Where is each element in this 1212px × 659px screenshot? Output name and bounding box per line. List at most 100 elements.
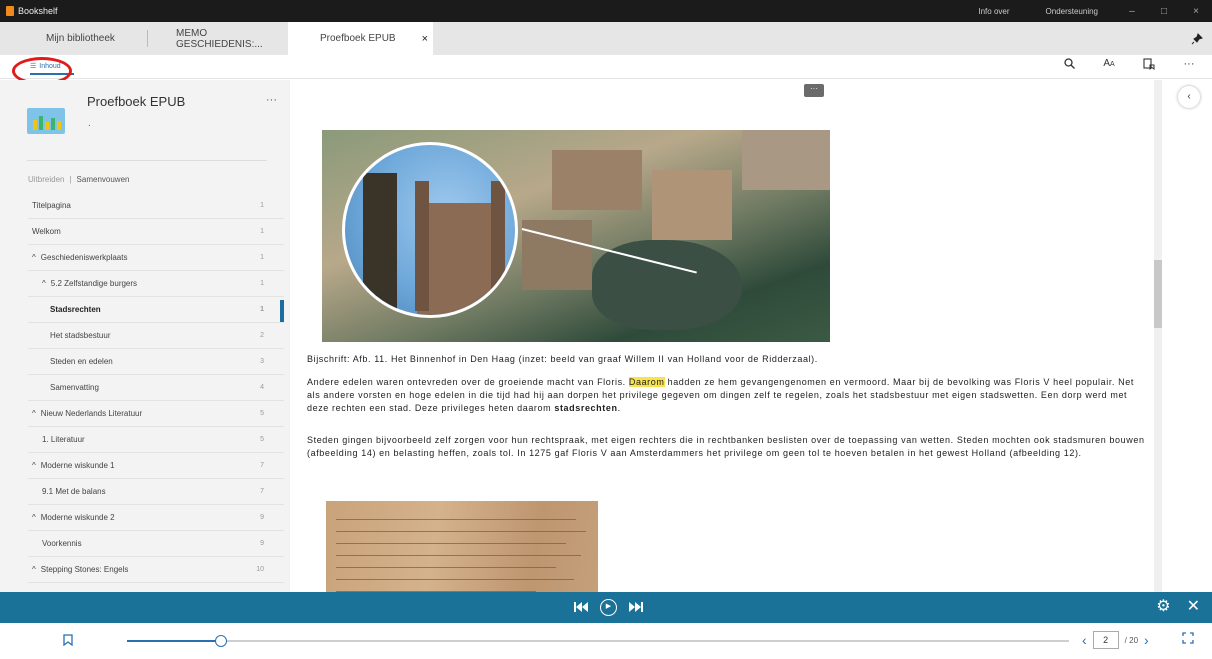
toc-item-page: 5: [260, 410, 264, 417]
toc-item[interactable]: Het stadsbestuur 2: [28, 323, 284, 349]
toc-item[interactable]: Voorkennis 9: [28, 531, 284, 557]
expand-collapse-controls: Uitbreiden | Samenvouwen: [28, 175, 129, 184]
toc-item[interactable]: Samenvatting 4: [28, 375, 284, 401]
chevron-up-icon[interactable]: ^: [32, 513, 36, 522]
toc-item[interactable]: ^ Nieuw Nederlands Literatuur 5: [28, 401, 284, 427]
toc-item-label: Voorkennis: [42, 539, 82, 548]
toc-item-page: 1: [260, 306, 264, 313]
toc-item-label: 1. Literatuur: [42, 435, 85, 444]
paragraph-2: Steden gingen bijvoorbeeld zelf zorgen v…: [307, 435, 1145, 458]
page-navigator: ‹ 2 / 20 ›: [1082, 631, 1149, 649]
bold-term: stadsrechten: [554, 403, 618, 413]
toc-item[interactable]: Stadsrechten 1: [28, 297, 284, 323]
reader-toolbar: ☰ Inhoud AA ···: [0, 55, 1212, 79]
chevron-up-icon[interactable]: ^: [32, 409, 36, 418]
toc-item[interactable]: Welkom 1: [28, 219, 284, 245]
book-subtitle: .: [88, 118, 91, 129]
bookmark-list-icon[interactable]: [1140, 58, 1158, 73]
previous-page-icon[interactable]: ‹: [1082, 632, 1087, 648]
maximize-button[interactable]: □: [1148, 6, 1180, 17]
reading-pane: ··· Bijschrift: Afb. 11. Het Binnenhof i…: [290, 80, 1154, 592]
tab-label: Mijn bibliotheek: [46, 33, 115, 44]
close-icon[interactable]: ✕: [1187, 596, 1200, 616]
collapse-all-link[interactable]: Samenvouwen: [77, 175, 130, 184]
toc-item-page: 4: [260, 384, 264, 391]
page-progress-slider[interactable]: [127, 635, 1069, 647]
toc-item[interactable]: Steden en edelen 3: [28, 349, 284, 375]
toc-item-page: 1: [260, 202, 264, 209]
toc-item-label: Geschiedeniswerkplaats: [40, 253, 128, 262]
highlighted-word[interactable]: Daarom: [628, 377, 665, 387]
toc-item[interactable]: ^ 5.2 Zelfstandige burgers 1: [28, 271, 284, 297]
book-title: Proefboek EPUB: [87, 94, 186, 109]
progress-handle[interactable]: [215, 635, 227, 647]
minimize-button[interactable]: –: [1116, 6, 1148, 17]
toc-item-label: Welkom: [32, 227, 61, 236]
app-title: Bookshelf: [0, 6, 58, 16]
statue-inset-image: [342, 142, 518, 318]
pin-icon[interactable]: [1182, 22, 1212, 55]
toc-item-page: 2: [260, 332, 264, 339]
search-icon[interactable]: [1060, 58, 1078, 73]
support-link[interactable]: Ondersteuning: [1028, 7, 1116, 16]
tab-my-library[interactable]: Mijn bibliotheek: [0, 30, 148, 47]
toc-item[interactable]: ^ Geschiedeniswerkplaats 1: [28, 245, 284, 271]
toc-item-label: 9.1 Met de balans: [42, 487, 106, 496]
title-bar: Bookshelf Info over Ondersteuning – □ ×: [0, 0, 1212, 22]
toc-item-label: Moderne wiskunde 1: [40, 461, 115, 470]
close-tab-icon[interactable]: ×: [422, 33, 428, 45]
chevron-up-icon[interactable]: ^: [32, 461, 36, 470]
toc-item-label: Het stadsbestuur: [50, 331, 111, 340]
chevron-up-icon[interactable]: ^: [42, 279, 46, 288]
settings-icon[interactable]: ⚙: [1156, 596, 1170, 616]
skip-back-icon[interactable]: [574, 601, 588, 615]
toc-item-page: 7: [260, 462, 264, 469]
play-icon[interactable]: ▶: [600, 599, 617, 616]
image-caption: Bijschrift: Afb. 11. Het Binnenhof in De…: [307, 354, 818, 364]
close-window-button[interactable]: ×: [1180, 6, 1212, 17]
toc-item[interactable]: ^ Stepping Stones: Engels 10: [28, 557, 284, 583]
divider: [27, 160, 267, 161]
vertical-scrollbar[interactable]: [1154, 80, 1162, 592]
tab-memo-geschiedenis[interactable]: MEMO GESCHIEDENIS:...: [148, 22, 288, 55]
chevron-up-icon[interactable]: ^: [32, 253, 36, 262]
toc-item[interactable]: ^ Moderne wiskunde 1 7: [28, 453, 284, 479]
toc-item-label: Stadsrechten: [50, 305, 101, 314]
toc-item[interactable]: 9.1 Met de balans 7: [28, 479, 284, 505]
total-pages: / 20: [1124, 635, 1139, 645]
app-name: Bookshelf: [18, 6, 58, 16]
separator: |: [69, 175, 72, 184]
collapse-panel-button[interactable]: ‹: [1178, 86, 1200, 108]
toc-item-label: 5.2 Zelfstandige burgers: [50, 279, 138, 288]
skip-forward-icon[interactable]: [629, 601, 643, 615]
toc-list: Titelpagina 1 Welkom 1 ^ Geschiedeniswerkplaa…: [28, 193, 284, 583]
toc-item-page: 7: [260, 488, 264, 495]
toc-item-page: 3: [260, 358, 264, 365]
charter-document-image: [326, 501, 598, 592]
next-page-icon[interactable]: ›: [1144, 632, 1149, 648]
toc-item-page: 1: [260, 254, 264, 261]
tab-bar: Mijn bibliotheek MEMO GESCHIEDENIS:... P…: [0, 22, 1212, 55]
page-number-input[interactable]: 2: [1092, 631, 1119, 649]
bookmark-icon[interactable]: [63, 634, 73, 649]
binnenhof-photo: [322, 130, 830, 342]
tab-label: MEMO GESCHIEDENIS:...: [176, 27, 263, 50]
book-more-button[interactable]: ···: [266, 94, 277, 106]
expand-all-link[interactable]: Uitbreiden: [28, 175, 64, 184]
toc-item[interactable]: ^ Moderne wiskunde 2 9: [28, 505, 284, 531]
toc-item-label: Moderne wiskunde 2: [40, 513, 115, 522]
more-icon[interactable]: ···: [1180, 58, 1198, 73]
toc-item[interactable]: 1. Literatuur 5: [28, 427, 284, 453]
content-more-button[interactable]: ···: [804, 84, 824, 97]
toc-item-label: Nieuw Nederlands Literatuur: [40, 409, 143, 418]
font-size-icon[interactable]: AA: [1100, 58, 1118, 73]
toc-item[interactable]: Titelpagina 1: [28, 193, 284, 219]
scrollbar-thumb[interactable]: [1154, 260, 1162, 328]
toc-item-page: 9: [260, 514, 264, 521]
fullscreen-icon[interactable]: [1182, 632, 1194, 647]
tab-proefboek-epub[interactable]: Proefboek EPUB ×: [288, 22, 433, 55]
info-link[interactable]: Info over: [960, 7, 1027, 16]
chevron-up-icon[interactable]: ^: [32, 565, 36, 574]
toc-item-label: Samenvatting: [50, 383, 99, 392]
toc-item-page: 10: [256, 566, 264, 573]
